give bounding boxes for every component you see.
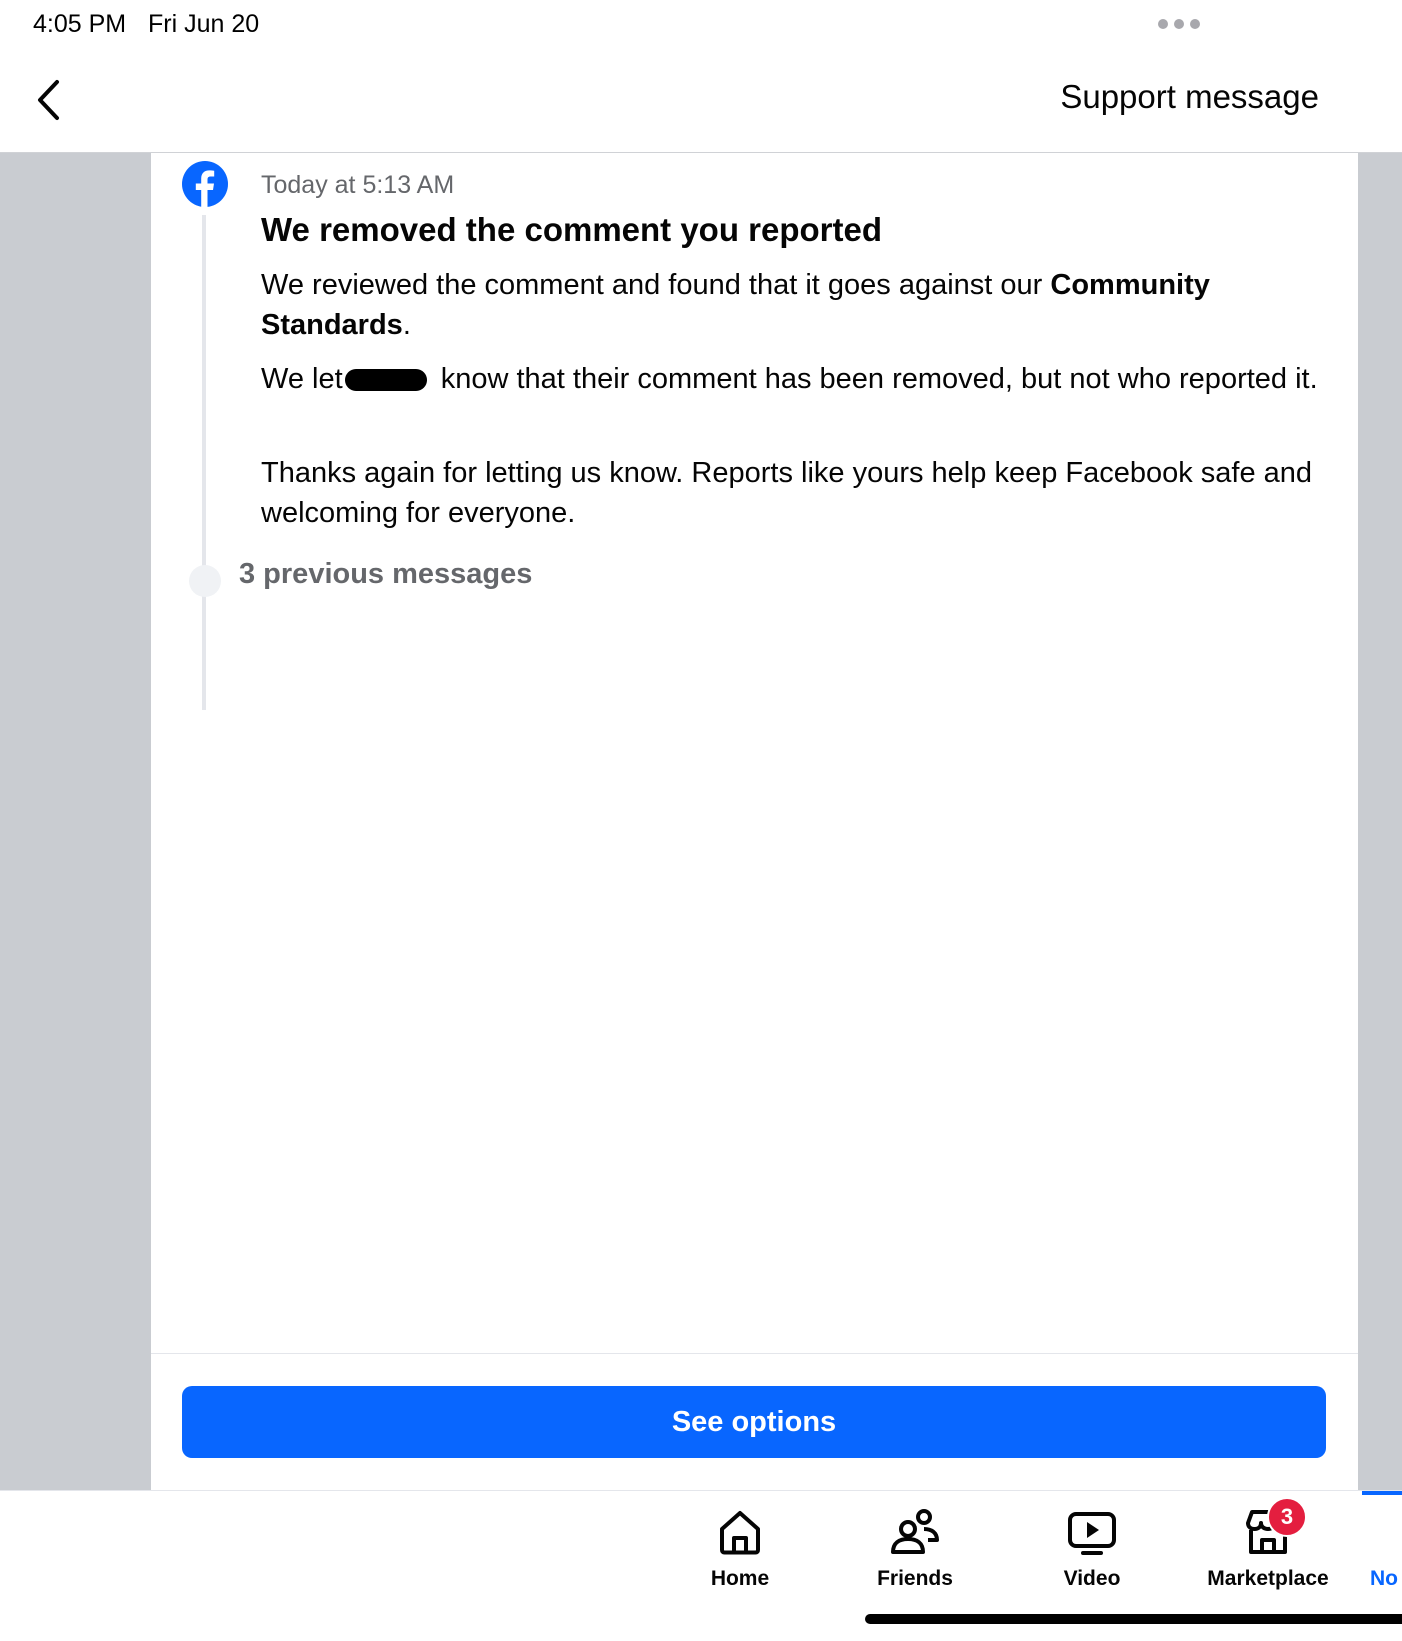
marketplace-badge: 3 [1267, 1497, 1307, 1537]
message-panel: Today at 5:13 AM We removed the comment … [151, 153, 1358, 1490]
p1-text: We reviewed the comment and found that i… [261, 269, 1051, 301]
p2-text: We let [261, 363, 343, 395]
message-title: We removed the comment you reported [261, 211, 883, 248]
home-icon [720, 1511, 760, 1555]
nav-bar: Support message [0, 50, 1402, 153]
facebook-logo-icon [182, 161, 228, 207]
status-date: Fri Jun 20 [148, 10, 260, 38]
message-paragraph-1: We reviewed the comment and found that i… [261, 265, 1321, 345]
tab-marketplace-label: Marketplace [1207, 1567, 1329, 1590]
redacted-name [344, 369, 427, 392]
message-paragraph-2: We let know that their comment has been … [261, 359, 1321, 399]
previous-messages-link[interactable]: 3 previous messages [239, 558, 532, 591]
status-bar: 4:05 PM Fri Jun 20 [0, 0, 1402, 50]
see-options-button[interactable]: See options [182, 1386, 1326, 1458]
divider [151, 1353, 1358, 1354]
tab-video-label: Video [1063, 1567, 1121, 1590]
p2-text-end: know that their comment has been removed… [432, 363, 1318, 395]
tab-video[interactable]: Video [1012, 1505, 1172, 1591]
previous-messages-dot [189, 565, 221, 597]
friends-icon [891, 1509, 939, 1554]
chevron-left-icon [38, 80, 59, 120]
message-paragraph-3: Thanks again for letting us know. Report… [261, 457, 1313, 529]
status-time: 4:05 PM [33, 10, 127, 38]
back-button[interactable] [28, 75, 68, 125]
page-title: Support message [1060, 78, 1319, 115]
active-tab-indicator [1362, 1491, 1402, 1495]
tab-home[interactable]: Home [660, 1505, 820, 1591]
multitasking-dots-icon[interactable] [1158, 19, 1200, 29]
message-timestamp: Today at 5:13 AM [261, 171, 455, 199]
home-indicator[interactable] [865, 1614, 1402, 1624]
tab-friends-label: Friends [877, 1567, 953, 1590]
tab-notifications-label: No [1370, 1567, 1398, 1590]
tab-marketplace[interactable]: 3 Marketplace [1188, 1497, 1348, 1591]
p1-end: . [402, 309, 411, 341]
tab-home-label: Home [710, 1567, 770, 1590]
thread-line [202, 215, 206, 710]
video-icon [1068, 1512, 1116, 1555]
tab-notifications[interactable]: No [1370, 1505, 1402, 1591]
tab-friends[interactable]: Friends [835, 1505, 995, 1591]
